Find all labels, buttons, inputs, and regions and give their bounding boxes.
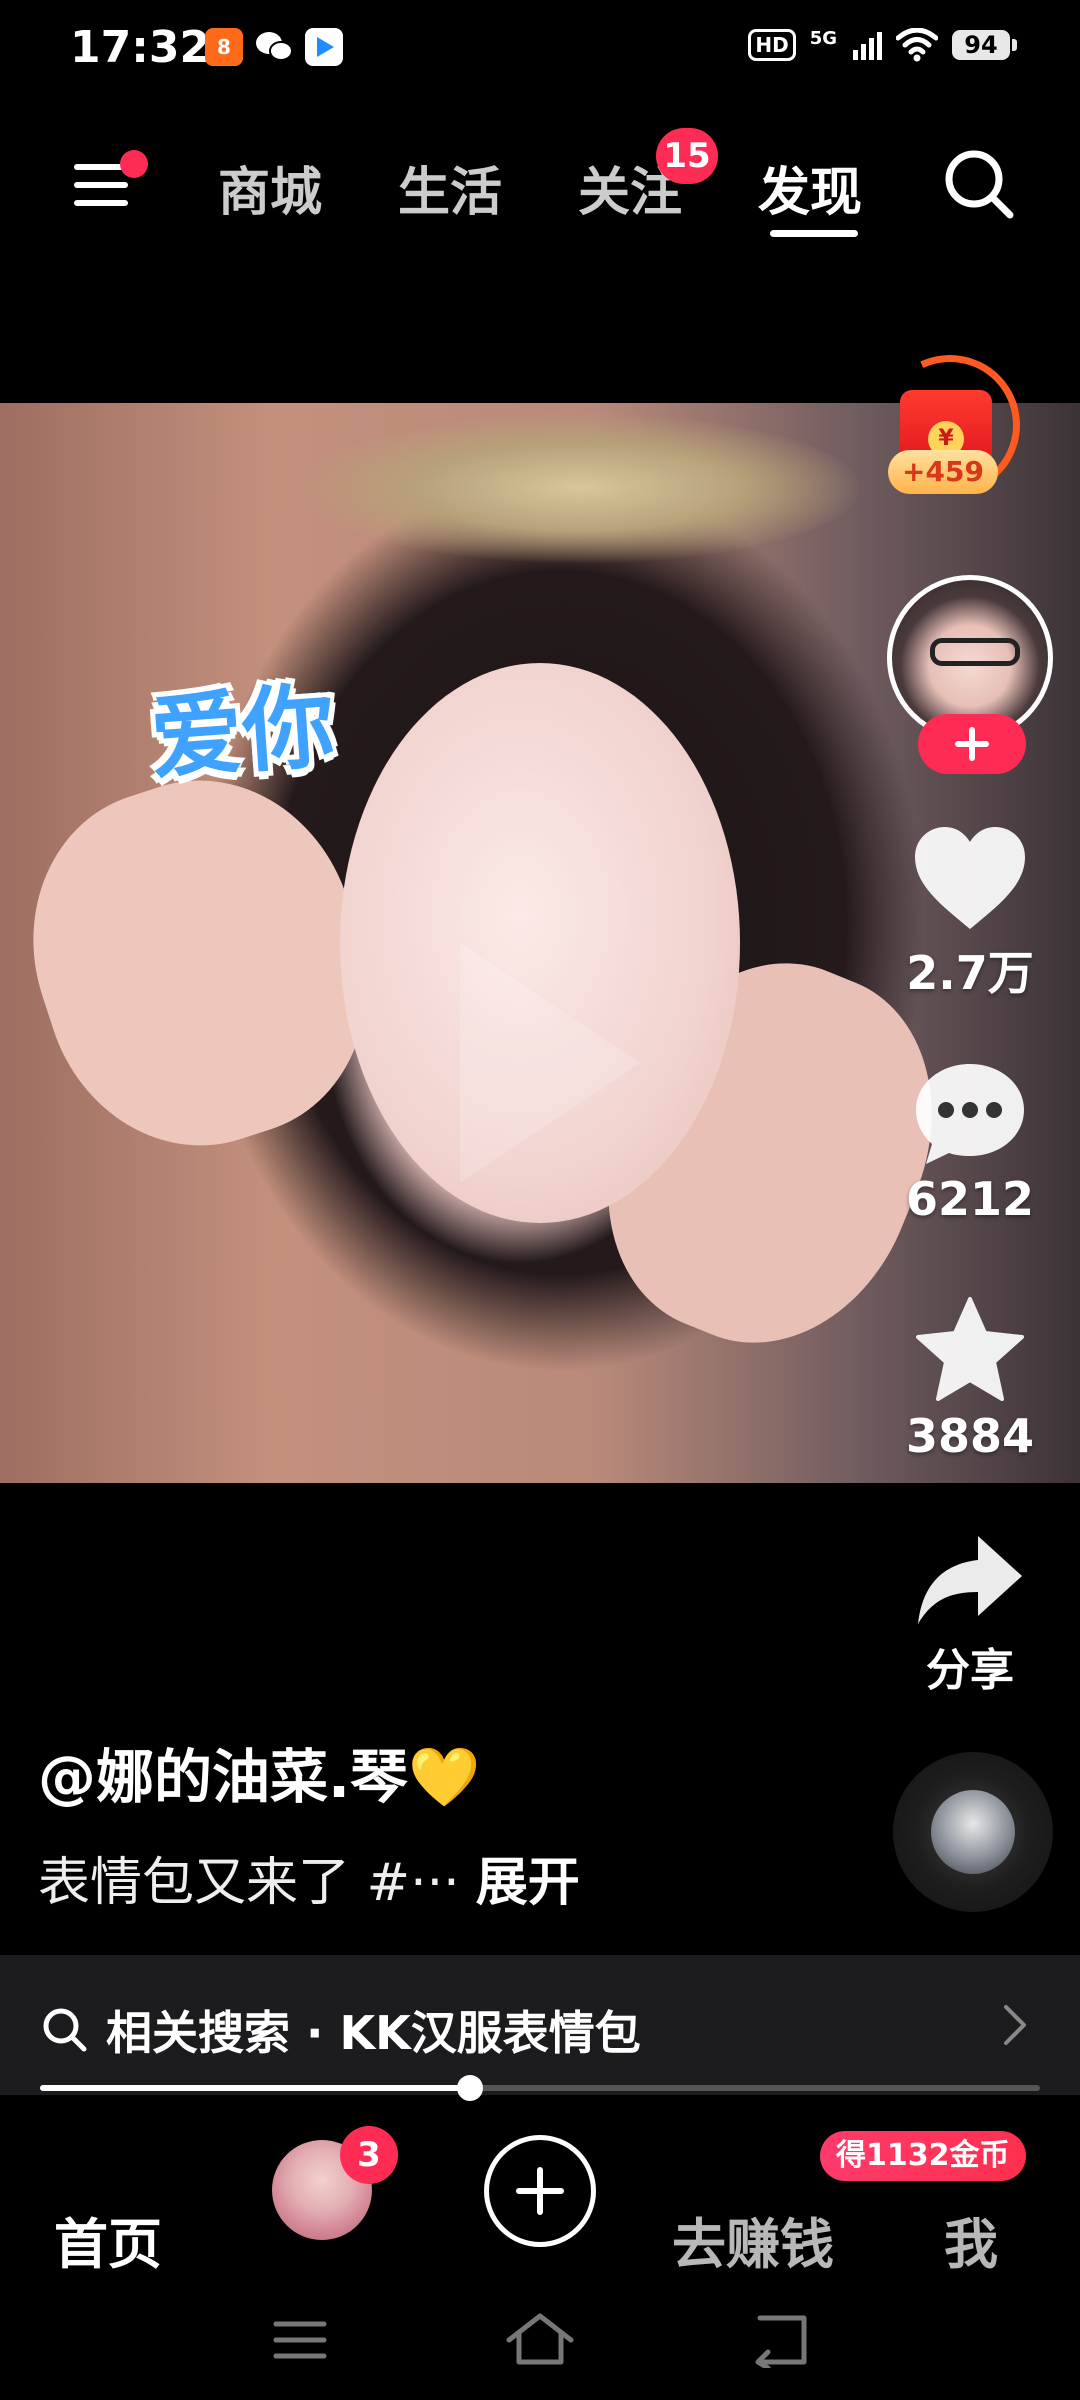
tab-home[interactable]: 首页 — [54, 2200, 162, 2279]
battery-indicator: 94 — [952, 30, 1017, 60]
progress-fill — [40, 2085, 470, 2091]
follow-button[interactable] — [918, 714, 1026, 774]
plus-icon — [955, 727, 989, 761]
expand-button[interactable]: 展开 — [476, 1853, 580, 1913]
author-name[interactable]: @娜的油菜.琴💛 — [38, 1730, 480, 1814]
back-nav-icon[interactable] — [750, 2312, 810, 2368]
favorite-count: 3884 — [905, 1409, 1035, 1463]
coin-reward-badge: 得1132金币 — [820, 2131, 1026, 2181]
red-packet-amount: +459 — [888, 450, 998, 494]
search-button[interactable] — [940, 145, 1020, 225]
following-badge: 15 — [656, 128, 718, 184]
search-icon — [43, 2008, 87, 2052]
status-app-icons: 8 — [205, 28, 343, 66]
video-app-icon — [305, 28, 343, 66]
caption-text: 表情包又来了 #··· — [38, 1853, 460, 1913]
tab-life[interactable]: 生活 — [398, 150, 502, 225]
comment-count: 6212 — [905, 1172, 1035, 1226]
like-count: 2.7万 — [906, 946, 1034, 1000]
comment-icon — [916, 1064, 1024, 1164]
progress-scrubber[interactable] — [457, 2075, 483, 2101]
tab-me[interactable]: 我 — [944, 2200, 998, 2279]
star-icon — [916, 1297, 1024, 1401]
app-icon-orange: 8 — [205, 28, 243, 66]
wechat-icon — [255, 28, 293, 66]
tab-earn[interactable]: 去赚钱 — [672, 2200, 834, 2279]
video-sticker-text: 爱你 — [147, 672, 339, 793]
menu-button[interactable] — [70, 150, 148, 220]
share-label: 分享 — [926, 1645, 1014, 1696]
music-disc[interactable] — [893, 1752, 1053, 1912]
status-indicators: HD 5G 94 — [748, 28, 1017, 62]
related-search-content: 相关搜索 · KK汉服表情包 — [40, 1997, 641, 2063]
create-button[interactable] — [484, 2135, 596, 2247]
network-type: 5G — [809, 28, 837, 49]
related-search-label: 相关搜索 · KK汉服表情包 — [106, 2006, 641, 2060]
wifi-icon — [896, 28, 938, 62]
video-caption: 表情包又来了 #··· 展开 — [38, 1840, 580, 1915]
music-cover-image — [931, 1790, 1015, 1874]
favorite-button[interactable]: 3884 — [880, 1295, 1060, 1463]
search-icon — [945, 150, 1014, 219]
status-bar: 17:32 8 HD 5G 94 — [0, 0, 1080, 100]
tab-discover[interactable]: 发现 — [758, 150, 862, 225]
chevron-right-icon — [1004, 2005, 1026, 2045]
comment-button[interactable]: 6212 — [880, 1060, 1060, 1226]
home-nav-icon[interactable] — [505, 2312, 575, 2368]
video-hair-ornament — [300, 413, 860, 563]
related-search-bar[interactable]: 相关搜索 · KK汉服表情包 — [0, 1955, 1080, 2095]
signal-icon — [853, 30, 882, 60]
heart-icon — [915, 827, 1025, 929]
red-packet-reward[interactable]: ¥ +459 — [860, 335, 1040, 525]
share-button[interactable]: 分享 — [880, 1530, 1060, 1698]
top-nav: 商城 生活 关注 15 发现 — [0, 110, 1080, 250]
system-nav-bar — [0, 2290, 1080, 2400]
video-progress-bar[interactable] — [40, 2075, 1040, 2101]
status-time: 17:32 — [70, 22, 211, 73]
friends-badge: 3 — [340, 2126, 398, 2184]
like-button[interactable]: 2.7万 — [880, 825, 1060, 1003]
avatar-glasses — [930, 638, 1020, 666]
play-icon — [460, 943, 640, 1183]
hd-badge: HD — [748, 29, 796, 61]
plus-icon — [516, 2167, 564, 2215]
menu-notification-dot — [120, 150, 148, 178]
tab-mall[interactable]: 商城 — [218, 150, 322, 225]
share-icon — [918, 1536, 1022, 1624]
menu-nav-icon[interactable] — [272, 2312, 328, 2368]
active-tab-indicator — [770, 230, 858, 237]
